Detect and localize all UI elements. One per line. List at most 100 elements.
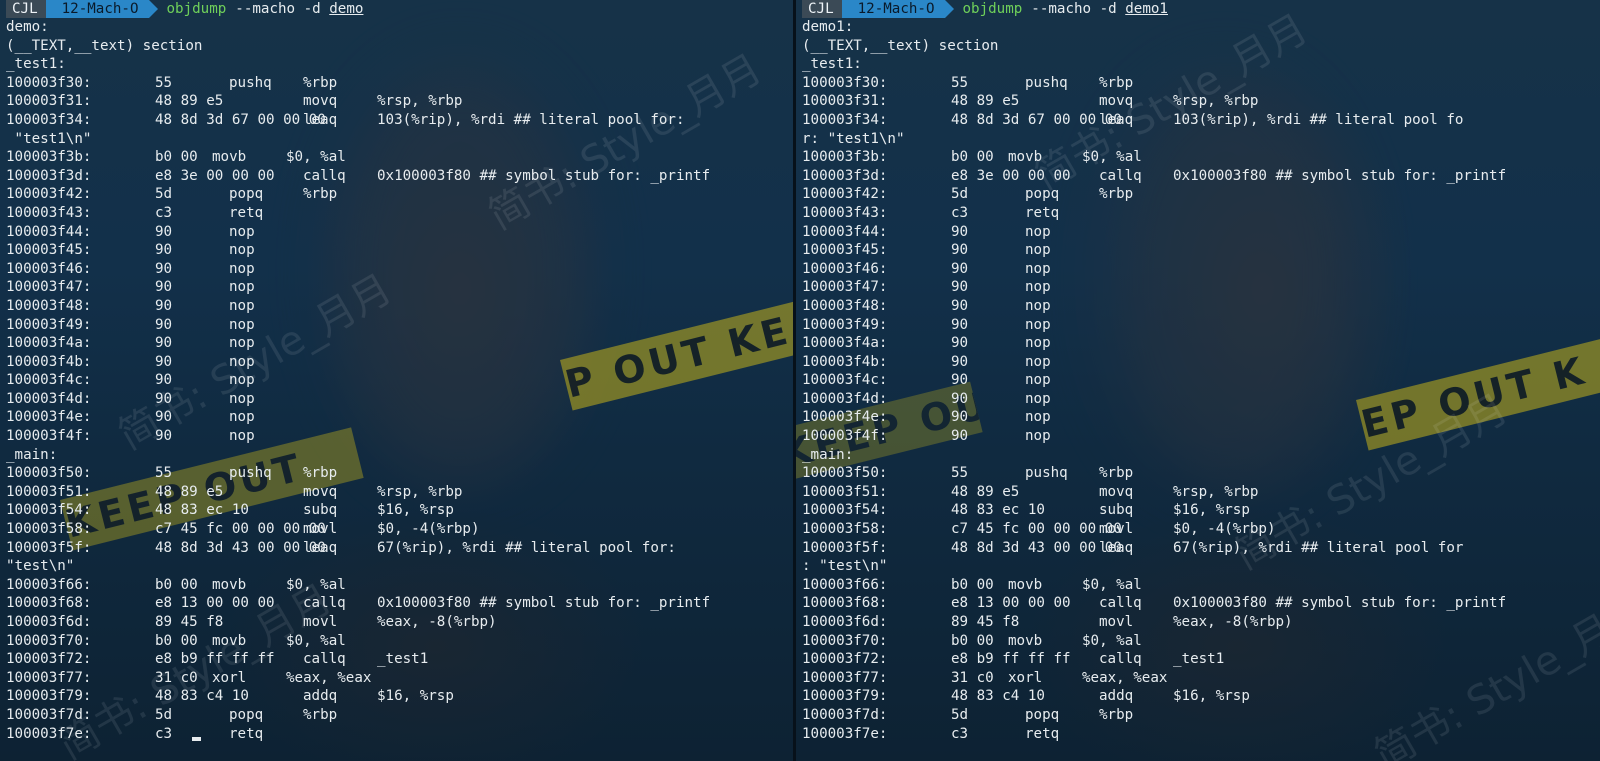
mnemonic: nop: [1025, 372, 1051, 389]
opcode-bytes: 48 83 c4 10: [951, 688, 1045, 705]
address: 100003f79:: [6, 688, 92, 705]
opcode-bytes: 90: [951, 428, 969, 445]
opcode-bytes: b0 00: [155, 149, 198, 166]
prompt-args: --macho -d demo: [235, 0, 363, 18]
instruction-line: 100003f49: 90 nop: [802, 316, 1596, 335]
opcode-bytes: 55: [155, 74, 173, 91]
address: 100003f58:: [6, 521, 92, 538]
address: 100003f30:: [6, 74, 92, 91]
instruction-line: 100003f43: c3 retq: [6, 204, 789, 223]
instruction-line: 100003f51: 48 89 e5 movq %rsp, %rbp: [802, 483, 1596, 502]
address: 100003f54:: [6, 502, 92, 519]
mnemonic: nop: [1025, 242, 1051, 259]
mnemonic: movq: [1099, 93, 1134, 110]
mnemonic: subq: [1099, 502, 1134, 519]
opcode-bytes: 90: [155, 390, 173, 407]
instruction-line: 100003f4e: 90 nop: [6, 408, 789, 427]
prompt-directory: 12-Mach-O: [841, 0, 954, 18]
address: 100003f5f:: [6, 539, 92, 556]
address: 100003f3b:: [6, 149, 92, 166]
mnemonic: nop: [1025, 428, 1051, 445]
opcode-bytes: b0 00: [155, 576, 198, 593]
listing-label-line: demo1:: [802, 18, 1596, 37]
mnemonic: retq: [1025, 725, 1060, 742]
listing-label-line: "test1\n": [6, 130, 789, 149]
instruction-line: 100003f42: 5d popq %rbp: [6, 185, 789, 204]
terminal-pane-right[interactable]: EP OUT K KEEP OUT 简书: Style_月月 简书: Style…: [796, 0, 1600, 761]
address: 100003f48:: [6, 297, 92, 314]
prompt-command: objdump: [166, 0, 227, 17]
opcode-bytes: 89 45 f8: [155, 614, 224, 630]
prompt-file: demo: [329, 0, 364, 17]
address: 100003f6d:: [6, 614, 92, 630]
address: 100003f46:: [802, 260, 888, 277]
shell-prompt: CJL 12-Mach-O objdump --macho -d demo: [6, 0, 789, 18]
instruction-line: 100003f46: 90 nop: [802, 260, 1596, 279]
opcode-bytes: 90: [155, 428, 173, 445]
opcode-bytes: 48 83 c4 10: [155, 688, 249, 705]
mnemonic: retq: [229, 725, 264, 742]
terminal-cursor: [192, 736, 201, 741]
instruction-line: 100003f4b: 90 nop: [6, 353, 789, 372]
terminal-pane-left[interactable]: P OUT KE KEEP OUT 简书: Style_月月 简书: Style…: [0, 0, 793, 761]
opcode-bytes: c3: [951, 204, 969, 221]
instruction-line: 100003f4c: 90 nop: [6, 371, 789, 390]
address: 100003f47:: [6, 279, 92, 296]
address: 100003f4b:: [802, 353, 888, 370]
address: 100003f34:: [6, 111, 92, 128]
address: 100003f77:: [6, 669, 92, 686]
mnemonic: movq: [1099, 483, 1134, 500]
address: 100003f4d:: [6, 390, 92, 407]
opcode-bytes: 48 89 e5: [155, 93, 224, 110]
mnemonic: pushq: [1025, 74, 1068, 91]
opcode-bytes: c7 45 fc 00 00 00 00: [951, 521, 1122, 538]
operands: 103(%rip), %rdi ## literal pool fo: [1173, 111, 1464, 128]
instruction-line: 100003f79: 48 83 c4 10 addq $16, %rsp: [6, 687, 789, 706]
mnemonic: addq: [1099, 688, 1134, 705]
opcode-bytes: 90: [951, 242, 969, 259]
opcode-bytes: 90: [951, 260, 969, 277]
mnemonic: nop: [229, 223, 255, 240]
address: 100003f7d:: [6, 706, 92, 723]
address: 100003f44:: [802, 223, 888, 240]
mnemonic: movb: [1008, 632, 1043, 649]
mnemonic: movq: [303, 483, 338, 500]
instruction-line: 100003f66: b0 00 movb $0, %al: [802, 576, 1596, 595]
mnemonic: nop: [229, 428, 255, 445]
operands: $0, %al: [1082, 149, 1142, 166]
opcode-bytes: 90: [155, 335, 173, 352]
mnemonic: pushq: [229, 74, 272, 91]
mnemonic: popq: [229, 706, 264, 723]
address: 100003f4b:: [6, 353, 92, 370]
opcode-bytes: 90: [155, 223, 173, 240]
opcode-bytes: 55: [951, 74, 969, 91]
opcode-bytes: b0 00: [951, 632, 994, 649]
prompt-file: demo1: [1125, 0, 1168, 17]
mnemonic: retq: [229, 204, 264, 221]
opcode-bytes: 90: [155, 409, 173, 426]
address: 100003f70:: [6, 632, 92, 649]
address: 100003f72:: [802, 651, 888, 668]
prompt-command: objdump: [962, 0, 1023, 17]
prompt-directory: 12-Mach-O: [45, 0, 158, 18]
operands: %rsp, %rbp: [377, 93, 463, 110]
mnemonic: movl: [303, 521, 338, 538]
opcode-bytes: e8 b9 ff ff ff: [951, 651, 1071, 668]
address: 100003f5f:: [802, 539, 888, 556]
opcode-bytes: 31 c0: [155, 669, 198, 686]
mnemonic: popq: [1025, 706, 1060, 723]
opcode-bytes: e8 b9 ff ff ff: [155, 651, 275, 668]
listing-label-line: (__TEXT,__text) section: [802, 37, 1596, 56]
mnemonic: leaq: [303, 539, 338, 556]
listing-label-line: "test\n": [6, 557, 789, 576]
mnemonic: callq: [1099, 167, 1142, 184]
opcode-bytes: b0 00: [951, 576, 994, 593]
instruction-line: 100003f31: 48 89 e5 movq %rsp, %rbp: [802, 92, 1596, 111]
address: 100003f43:: [6, 204, 92, 221]
instruction-line: 100003f34: 48 8d 3d 67 00 00 00 leaq 103(%r…: [802, 111, 1596, 130]
instruction-line: 100003f68: e8 13 00 00 00 callq 0x100003f80…: [802, 594, 1596, 613]
address: 100003f45:: [802, 242, 888, 259]
address: 100003f4e:: [802, 409, 888, 426]
instruction-line: 100003f30: 55 pushq %rbp: [802, 74, 1596, 93]
instruction-line: 100003f43: c3 retq: [802, 204, 1596, 223]
